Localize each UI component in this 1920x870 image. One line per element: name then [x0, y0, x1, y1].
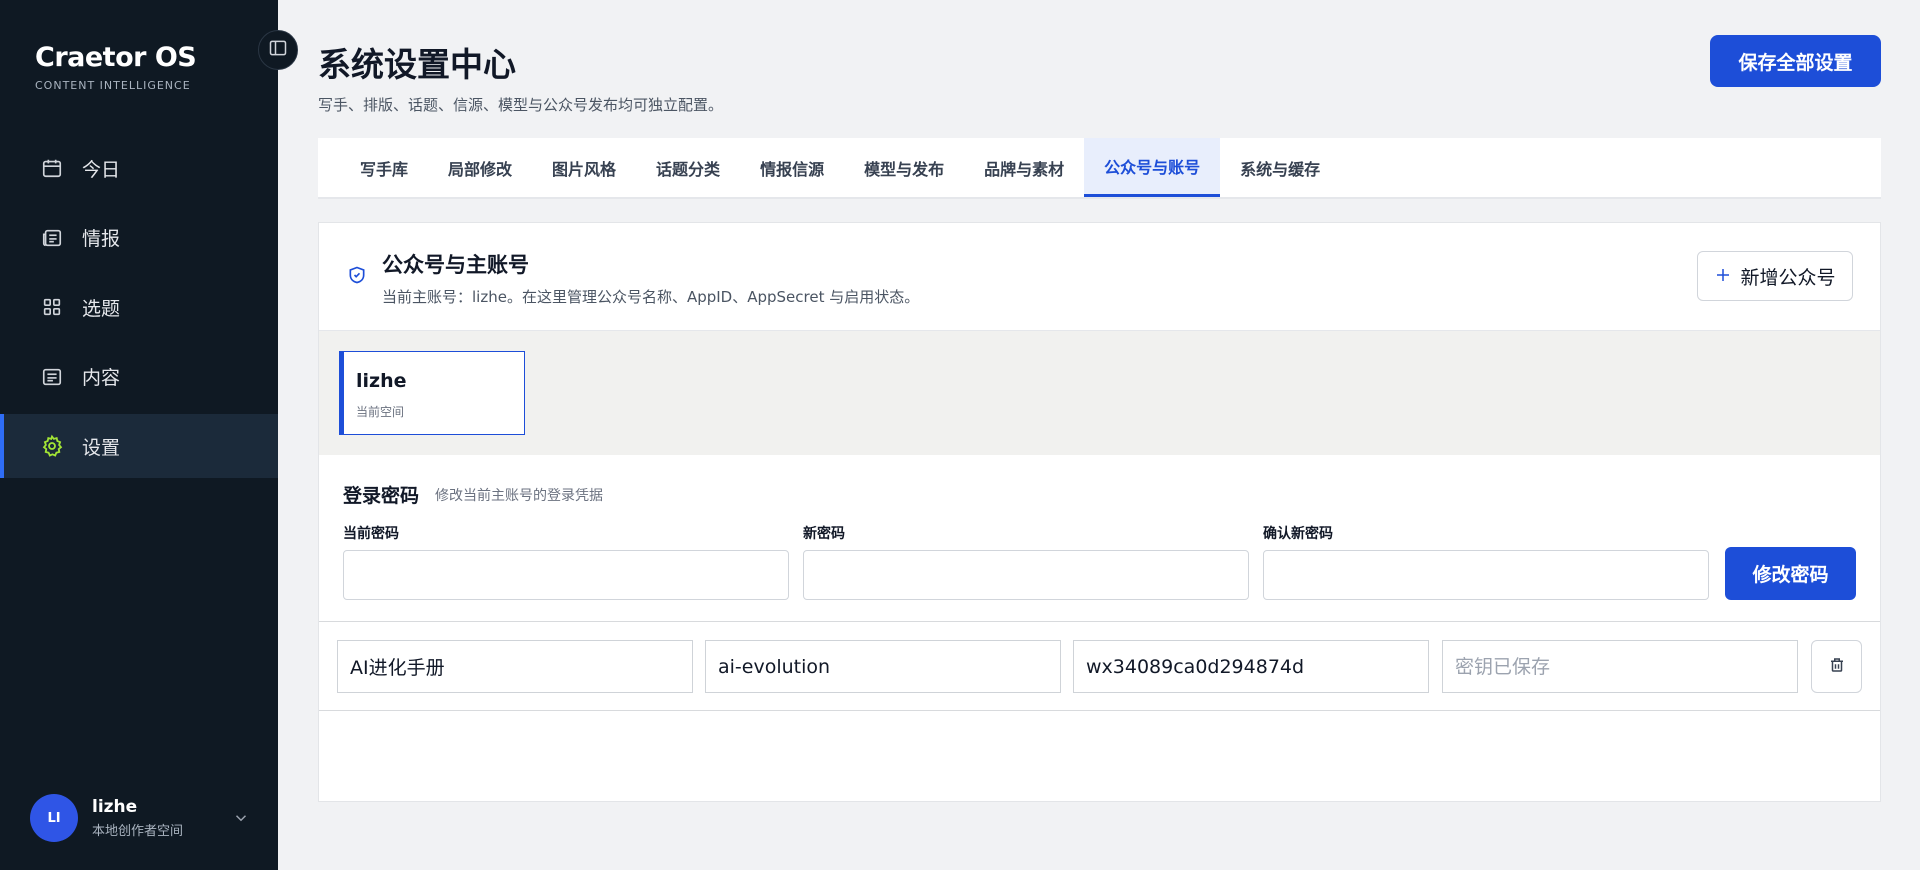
tab-intel-sources[interactable]: 情报信源: [740, 138, 844, 197]
tab-official-accounts[interactable]: 公众号与账号: [1084, 138, 1221, 197]
gear-icon: [40, 434, 64, 458]
tab-system-cache[interactable]: 系统与缓存: [1220, 138, 1340, 197]
user-subtitle: 本地创作者空间: [92, 824, 184, 839]
new-password-label: 新密码: [803, 526, 845, 542]
official-account-row: [319, 621, 1880, 711]
shield-icon: [347, 265, 367, 289]
user-name: lizhe: [92, 797, 138, 817]
sidebar: Craetor OS CONTENT INTELLIGENCE 今日 情报 选题: [0, 0, 278, 870]
sidebar-toggle-button[interactable]: [258, 30, 298, 70]
app-secret-field[interactable]: [1442, 640, 1798, 693]
calendar-icon: [40, 156, 64, 180]
sidebar-item-intel[interactable]: 情报: [0, 206, 278, 270]
brand-title: Craetor OS: [35, 42, 197, 73]
sidebar-item-today[interactable]: 今日: [0, 136, 278, 200]
avatar: LI: [30, 794, 78, 842]
page-title: 系统设置中心: [318, 45, 516, 84]
account-subtitle: 当前空间: [356, 405, 405, 419]
sidebar-item-settings[interactable]: 设置: [0, 414, 278, 478]
tab-image-style[interactable]: 图片风格: [532, 138, 636, 197]
confirm-password-label: 确认新密码: [1263, 526, 1333, 542]
plus-icon: [1714, 262, 1732, 290]
grid-icon: [40, 295, 64, 319]
account-name: lizhe: [356, 370, 407, 392]
tab-writers[interactable]: 写手库: [340, 138, 428, 197]
sidebar-item-label: 内容: [82, 367, 121, 389]
tab-partial-edit[interactable]: 局部修改: [428, 138, 532, 197]
current-password-label: 当前密码: [343, 526, 399, 542]
user-menu[interactable]: LI lizhe 本地创作者空间: [30, 793, 250, 843]
account-slug-field[interactable]: [705, 640, 1061, 693]
sidebar-toggle-icon: [268, 38, 288, 62]
tab-models-publish[interactable]: 模型与发布: [844, 138, 964, 197]
sidebar-item-label: 设置: [82, 436, 121, 459]
sidebar-item-label: 选题: [82, 297, 121, 320]
new-password-field[interactable]: [803, 550, 1249, 600]
confirm-password-field[interactable]: [1263, 550, 1709, 600]
sidebar-nav: 今日 情报 选题 内容 设置: [0, 136, 278, 484]
sidebar-item-label: 情报: [82, 228, 121, 250]
change-password-button[interactable]: 修改密码: [1725, 547, 1856, 600]
delete-account-button[interactable]: [1811, 640, 1862, 693]
sidebar-item-content[interactable]: 内容: [0, 345, 278, 409]
sidebar-item-topics[interactable]: 选题: [0, 275, 278, 339]
document-icon: [40, 365, 64, 389]
app-id-field[interactable]: [1073, 640, 1429, 693]
add-official-account-button[interactable]: 新增公众号: [1697, 251, 1853, 301]
add-button-label: 新增公众号: [1740, 266, 1836, 289]
account-card[interactable]: lizhe 当前空间: [339, 351, 525, 435]
settings-tabs: 写手库 局部修改 图片风格 话题分类 情报信源 模型与发布 品牌与素材 公众号与…: [318, 138, 1881, 199]
accounts-panel: 公众号与主账号 当前主账号：lizhe。在这里管理公众号名称、AppID、App…: [318, 222, 1881, 802]
account-list: lizhe 当前空间: [319, 331, 1880, 455]
password-section-subtitle: 修改当前主账号的登录凭据: [435, 488, 603, 504]
tab-brand-assets[interactable]: 品牌与素材: [964, 138, 1084, 197]
current-password-field[interactable]: [343, 550, 789, 600]
save-all-button[interactable]: 保存全部设置: [1710, 35, 1881, 87]
brand-subtitle: CONTENT INTELLIGENCE: [35, 79, 191, 92]
trash-icon: [1828, 656, 1846, 678]
page-subtitle: 写手、排版、话题、信源、模型与公众号发布均可独立配置。: [318, 96, 724, 114]
brand: Craetor OS CONTENT INTELLIGENCE: [35, 42, 197, 92]
sidebar-item-label: 今日: [82, 158, 121, 181]
chevron-down-icon: [232, 809, 250, 831]
account-name-field[interactable]: [337, 640, 693, 693]
tab-topic-categories[interactable]: 话题分类: [636, 138, 740, 197]
newspaper-icon: [40, 226, 64, 250]
panel-subtitle: 当前主账号：lizhe。在这里管理公众号名称、AppID、AppSecret 与…: [382, 288, 920, 306]
panel-title: 公众号与主账号: [382, 253, 529, 277]
panel-header: 公众号与主账号 当前主账号：lizhe。在这里管理公众号名称、AppID、App…: [319, 223, 1880, 331]
password-section-title: 登录密码: [343, 485, 420, 507]
